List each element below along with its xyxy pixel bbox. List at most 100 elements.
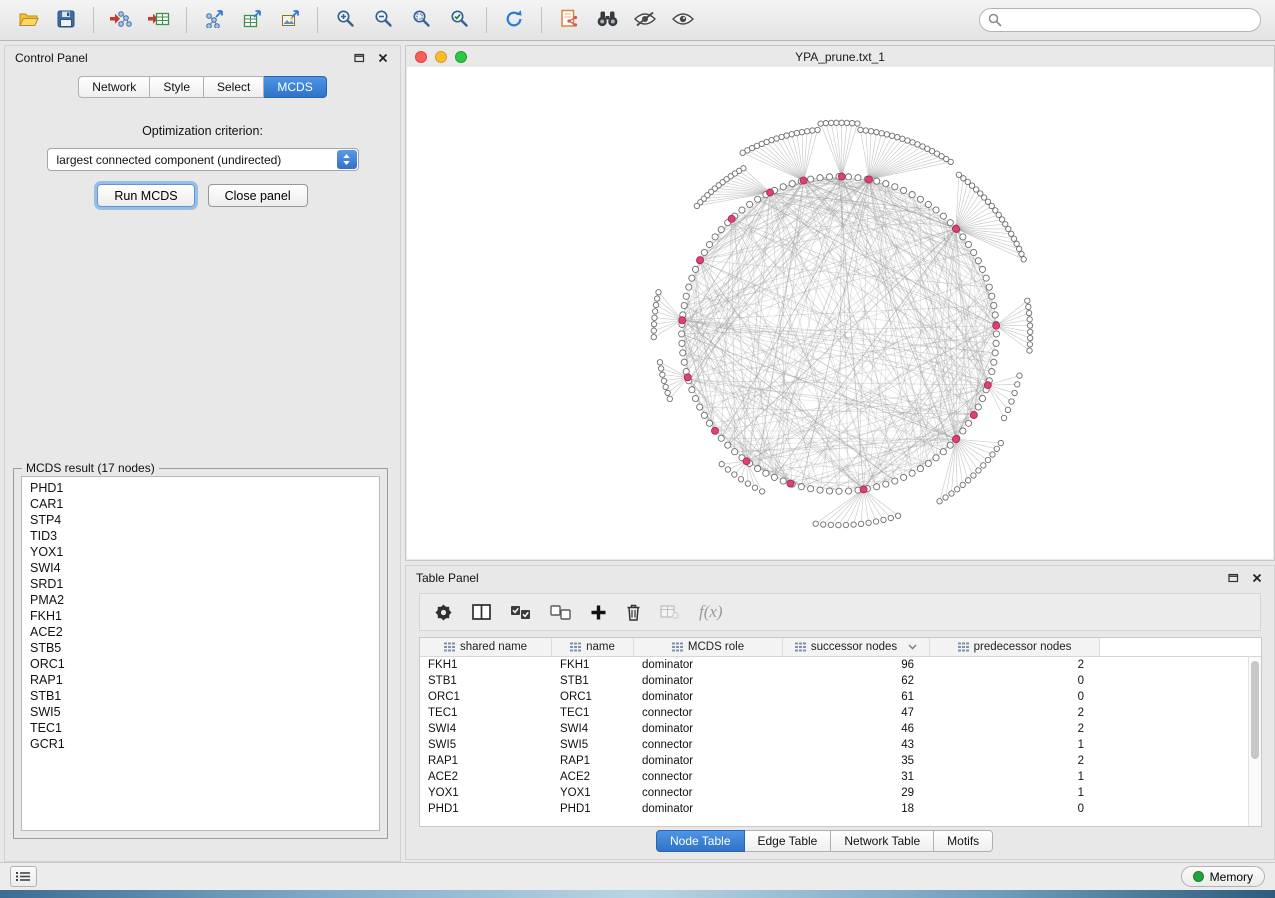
tab-edge-table[interactable]: Edge Table — [745, 830, 832, 852]
mcds-result-item[interactable]: TID3 — [22, 528, 379, 544]
network-node[interactable] — [883, 481, 889, 487]
network-leaf-node[interactable] — [823, 120, 828, 125]
mcds-result-item[interactable]: SRD1 — [22, 576, 379, 592]
network-leaf-node[interactable] — [804, 129, 809, 134]
network-node[interactable] — [679, 331, 685, 337]
network-node[interactable] — [892, 478, 898, 484]
network-node[interactable] — [900, 187, 906, 193]
zoom-fit-button[interactable] — [403, 5, 439, 35]
network-node[interactable] — [909, 191, 915, 197]
show-detail-button[interactable] — [665, 5, 701, 35]
network-leaf-node[interactable] — [866, 520, 871, 525]
column-header-successor-nodes[interactable]: successor nodes — [783, 638, 930, 656]
network-leaf-node[interactable] — [1028, 329, 1033, 334]
network-node[interactable] — [925, 201, 931, 207]
network-node[interactable] — [960, 234, 966, 240]
network-leaf-node[interactable] — [1017, 373, 1022, 378]
network-leaf-node[interactable] — [1027, 317, 1032, 322]
network-leaf-node[interactable] — [1015, 382, 1020, 387]
network-leaf-node[interactable] — [1016, 246, 1021, 251]
network-node[interactable] — [845, 174, 851, 180]
minimize-window-icon[interactable] — [435, 51, 447, 63]
network-leaf-node[interactable] — [868, 129, 873, 134]
network-hub-node[interactable] — [984, 382, 991, 389]
network-leaf-node[interactable] — [661, 378, 666, 383]
network-node[interactable] — [725, 442, 731, 448]
network-leaf-node[interactable] — [745, 481, 750, 486]
network-leaf-node[interactable] — [652, 309, 657, 314]
network-leaf-node[interactable] — [657, 360, 662, 365]
checked-boxes-button[interactable] — [510, 605, 531, 620]
network-leaf-node[interactable] — [976, 468, 981, 473]
network-node[interactable] — [947, 220, 953, 226]
network-node[interactable] — [739, 207, 745, 213]
network-leaf-node[interactable] — [828, 120, 833, 125]
network-node[interactable] — [701, 249, 707, 255]
network-leaf-node[interactable] — [888, 515, 893, 520]
network-node[interactable] — [845, 488, 851, 494]
network-node[interactable] — [689, 275, 695, 281]
network-leaf-node[interactable] — [895, 135, 900, 140]
network-leaf-node[interactable] — [858, 127, 863, 132]
network-node[interactable] — [763, 470, 769, 476]
network-node[interactable] — [679, 340, 685, 346]
network-leaf-node[interactable] — [900, 136, 905, 141]
table-row[interactable]: ORC1ORC1dominator610 — [420, 689, 1248, 705]
network-node[interactable] — [971, 249, 977, 255]
network-leaf-node[interactable] — [653, 302, 658, 307]
network-leaf-node[interactable] — [844, 120, 849, 125]
network-node[interactable] — [933, 207, 939, 213]
network-leaf-node[interactable] — [1021, 257, 1026, 262]
network-leaf-node[interactable] — [858, 521, 863, 526]
network-node[interactable] — [755, 196, 761, 202]
refresh-button[interactable] — [496, 5, 532, 35]
network-node[interactable] — [692, 266, 698, 272]
network-node[interactable] — [732, 449, 738, 455]
network-leaf-node[interactable] — [1005, 407, 1010, 412]
network-node[interactable] — [991, 302, 997, 308]
network-node[interactable] — [683, 293, 689, 299]
network-leaf-node[interactable] — [985, 457, 990, 462]
tab-mcds[interactable]: MCDS — [264, 76, 326, 98]
tab-style[interactable]: Style — [150, 76, 204, 98]
network-leaf-node[interactable] — [651, 328, 656, 333]
network-node[interactable] — [780, 184, 786, 190]
mcds-result-item[interactable]: PMA2 — [22, 592, 379, 608]
tab-select[interactable]: Select — [204, 76, 264, 98]
network-hub-node[interactable] — [800, 177, 807, 184]
network-leaf-node[interactable] — [960, 482, 965, 487]
network-leaf-node[interactable] — [965, 478, 970, 483]
mcds-result-item[interactable]: STB5 — [22, 640, 379, 656]
network-leaf-node[interactable] — [889, 133, 894, 138]
mcds-result-item[interactable]: SWI5 — [22, 704, 379, 720]
network-leaf-node[interactable] — [836, 522, 841, 527]
network-node[interactable] — [979, 395, 985, 401]
mcds-result-item[interactable]: PHD1 — [22, 480, 379, 496]
network-leaf-node[interactable] — [794, 130, 799, 135]
network-node[interactable] — [836, 488, 842, 494]
network-leaf-node[interactable] — [828, 522, 833, 527]
network-leaf-node[interactable] — [881, 517, 886, 522]
network-node[interactable] — [940, 213, 946, 219]
network-node[interactable] — [692, 395, 698, 401]
network-leaf-node[interactable] — [839, 120, 844, 125]
network-leaf-node[interactable] — [789, 132, 794, 137]
network-leaf-node[interactable] — [660, 372, 665, 377]
network-node[interactable] — [975, 404, 981, 410]
run-mcds-button[interactable]: Run MCDS — [97, 184, 194, 207]
network-node[interactable] — [686, 284, 692, 290]
network-leaf-node[interactable] — [994, 446, 999, 451]
network-hub-node[interactable] — [866, 176, 873, 183]
export-image-button[interactable] — [272, 5, 308, 35]
table-row[interactable]: STB1STB1dominator620 — [420, 673, 1248, 689]
table-row[interactable]: SWI5SWI5connector431 — [420, 737, 1248, 753]
export-table-button[interactable] — [234, 5, 270, 35]
network-leaf-node[interactable] — [949, 491, 954, 496]
network-leaf-node[interactable] — [740, 150, 745, 155]
network-node[interactable] — [917, 465, 923, 471]
tab-network-table[interactable]: Network Table — [831, 830, 934, 852]
tab-network[interactable]: Network — [78, 76, 150, 98]
network-node[interactable] — [681, 359, 687, 365]
unchecked-boxes-button[interactable] — [550, 605, 571, 620]
network-leaf-node[interactable] — [905, 138, 910, 143]
